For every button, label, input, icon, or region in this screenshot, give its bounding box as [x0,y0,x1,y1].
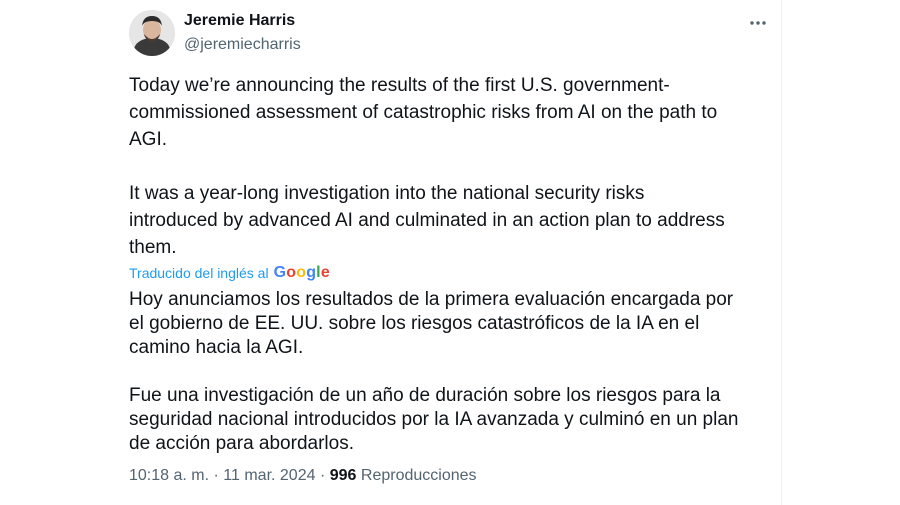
avatar[interactable] [129,10,175,56]
translated-by-label: Traducido del inglés al [129,265,269,281]
tweet-text-original: Today we’re announcing the results of th… [129,75,725,258]
more-horizontal-icon[interactable] [747,12,769,34]
author-handle[interactable]: @jeremiecharris [184,36,301,54]
meta-separator: · [213,467,219,484]
tweet-date[interactable]: 11 mar. 2024 [223,467,315,484]
author-name[interactable]: Jeremie Harris [184,12,295,30]
views-label: Reproducciones [360,467,477,484]
tweet-header: Jeremie Harris @jeremiecharris [129,10,769,60]
views-count: 996 [329,467,357,484]
tweet-time[interactable]: 10:18 a. m. [129,467,209,484]
tweet-text-translated: Hoy anunciamos los resultados de la prim… [129,289,739,454]
translated-by-link[interactable]: Traducido del inglés al Google [129,264,330,282]
meta-separator: · [319,467,326,484]
tweet-card: Jeremie Harris @jeremiecharris Today we’… [114,0,782,505]
google-logo: Google [273,264,330,281]
tweet-meta: 10:18 a. m. · 11 mar. 2024 · 996 Reprodu… [129,467,477,485]
avatar-image [129,10,175,56]
